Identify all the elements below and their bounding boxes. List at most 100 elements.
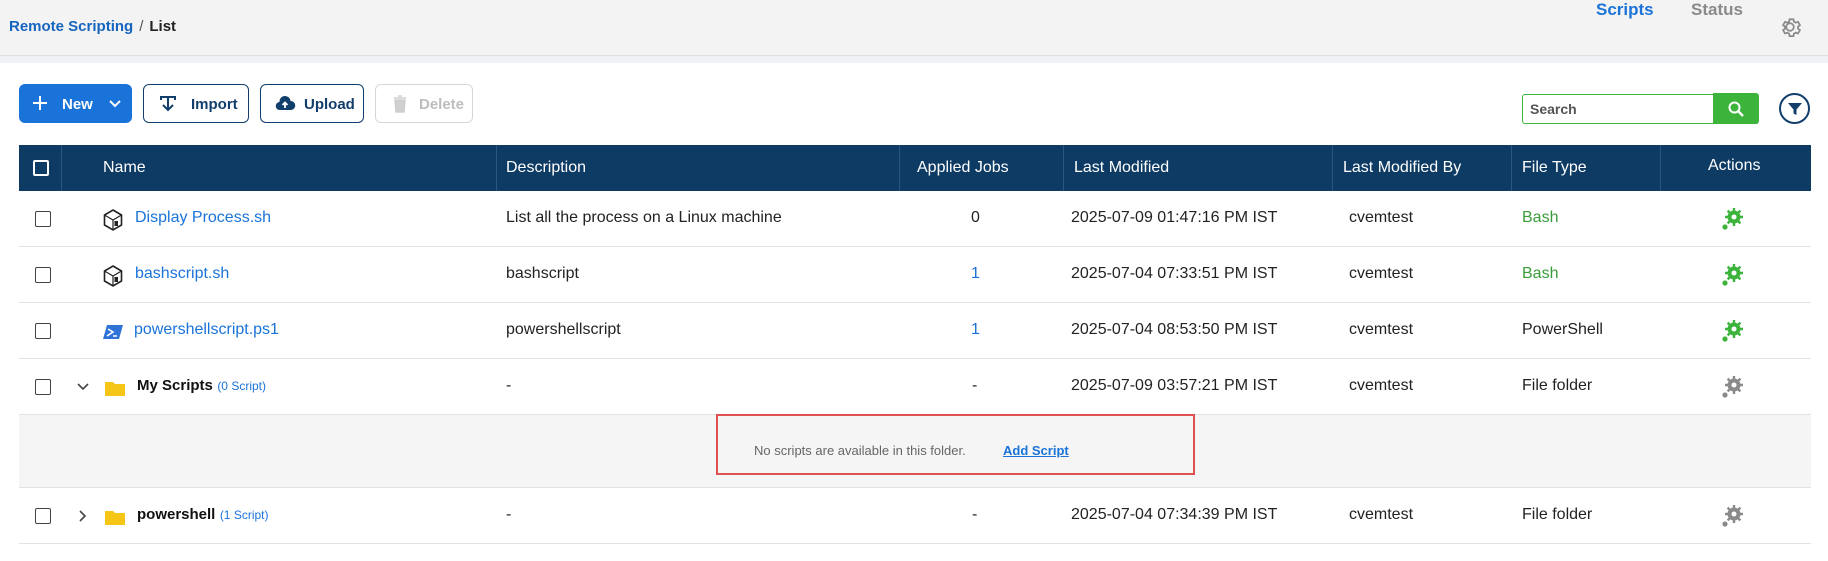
description-cell: - xyxy=(506,377,512,394)
description-cell: List all the process on a Linux machine xyxy=(506,209,782,226)
file-type-cell: PowerShell xyxy=(1522,321,1603,338)
tab-scripts[interactable]: Scripts xyxy=(1596,0,1654,20)
content-band xyxy=(0,56,1828,63)
row-checkbox[interactable] xyxy=(35,323,51,339)
search-box xyxy=(1522,94,1725,124)
table-header: Name Description Applied Jobs Last Modif… xyxy=(19,145,1811,191)
applied-jobs-link[interactable]: 1 xyxy=(971,321,980,339)
description-cell: - xyxy=(506,506,512,523)
table-row-folder: My Scripts (0 Script) - - 2025-07-09 03:… xyxy=(19,359,1811,415)
last-modified-by-cell: cvemtest xyxy=(1349,321,1414,338)
import-button-label: Import xyxy=(191,96,238,113)
header-applied-jobs[interactable]: Applied Jobs xyxy=(917,159,1009,177)
applied-jobs-cell: - xyxy=(972,506,978,523)
column-divider xyxy=(1332,145,1333,191)
actions-gear-icon[interactable] xyxy=(1719,318,1745,344)
search-button[interactable] xyxy=(1713,93,1759,124)
chevron-down-icon[interactable] xyxy=(106,94,124,112)
last-modified-cell: 2025-07-09 03:57:21 PM IST xyxy=(1071,377,1278,394)
settings-gear-icon[interactable] xyxy=(1777,14,1803,40)
folder-name: powershell xyxy=(137,506,216,523)
chevron-down-icon[interactable] xyxy=(76,380,90,394)
row-checkbox[interactable] xyxy=(35,379,51,395)
header-name[interactable]: Name xyxy=(103,159,146,177)
row-checkbox[interactable] xyxy=(35,508,51,524)
column-divider xyxy=(1063,145,1064,191)
folder-label[interactable]: My Scripts (0 Script) xyxy=(137,377,266,395)
column-divider xyxy=(899,145,900,191)
last-modified-cell: 2025-07-09 01:47:16 PM IST xyxy=(1071,209,1278,226)
folder-icon xyxy=(105,511,125,525)
folder-icon xyxy=(105,382,125,396)
last-modified-by-cell: cvemtest xyxy=(1349,265,1414,282)
folder-label[interactable]: powershell (1 Script) xyxy=(137,506,269,524)
column-divider xyxy=(496,145,497,191)
script-name-link[interactable]: Display Process.sh xyxy=(135,209,271,227)
import-icon xyxy=(160,96,176,112)
empty-folder-message: No scripts are available in this folder. xyxy=(754,443,966,458)
applied-jobs-link[interactable]: 1 xyxy=(971,265,980,283)
last-modified-by-cell: cvemtest xyxy=(1349,209,1414,226)
plus-icon xyxy=(33,96,47,110)
bash-script-icon xyxy=(103,209,123,231)
new-button-label: New xyxy=(62,96,93,113)
last-modified-by-cell: cvemtest xyxy=(1349,377,1414,394)
upload-button-label: Upload xyxy=(304,96,355,113)
search-icon xyxy=(1728,101,1744,117)
applied-jobs-cell: - xyxy=(972,377,978,394)
actions-gear-icon[interactable] xyxy=(1719,206,1745,232)
select-all-checkbox[interactable] xyxy=(33,160,49,176)
add-script-link[interactable]: Add Script xyxy=(1003,443,1069,458)
row-checkbox[interactable] xyxy=(35,211,51,227)
powershell-script-icon xyxy=(103,325,123,339)
folder-script-count: (1 Script) xyxy=(219,508,269,522)
file-type-cell: Bash xyxy=(1522,209,1559,226)
header-actions: Actions xyxy=(1708,157,1761,174)
filter-icon xyxy=(1788,103,1802,115)
last-modified-by-cell: cvemtest xyxy=(1349,506,1414,523)
header-description[interactable]: Description xyxy=(506,159,586,177)
breadcrumb: Remote Scripting / List xyxy=(9,18,176,35)
column-divider xyxy=(1660,145,1661,191)
breadcrumb-separator: / xyxy=(139,18,144,35)
header-last-modified-by[interactable]: Last Modified By xyxy=(1343,159,1461,177)
header-file-type[interactable]: File Type xyxy=(1522,159,1587,177)
breadcrumb-current: List xyxy=(149,18,177,35)
table-row: powershellscript.ps1 powershellscript 1 … xyxy=(19,303,1811,359)
column-divider xyxy=(61,145,62,191)
script-name-link[interactable]: powershellscript.ps1 xyxy=(134,321,279,339)
folder-script-count: (0 Script) xyxy=(217,379,266,393)
file-type-cell: File folder xyxy=(1522,377,1593,394)
delete-button[interactable]: Delete xyxy=(375,84,473,123)
column-divider xyxy=(1511,145,1512,191)
last-modified-cell: 2025-07-04 08:53:50 PM IST xyxy=(1071,321,1278,338)
actions-gear-icon[interactable] xyxy=(1719,503,1745,529)
cloud-upload-icon xyxy=(275,95,296,111)
file-type-cell: Bash xyxy=(1522,265,1559,282)
last-modified-cell: 2025-07-04 07:33:51 PM IST xyxy=(1071,265,1278,282)
actions-gear-icon[interactable] xyxy=(1719,374,1745,400)
folder-name: My Scripts xyxy=(137,377,213,394)
filter-button[interactable] xyxy=(1779,93,1810,124)
table-row: Display Process.sh List all the process … xyxy=(19,191,1811,247)
file-type-cell: File folder xyxy=(1522,506,1593,523)
row-checkbox[interactable] xyxy=(35,267,51,283)
bash-script-icon xyxy=(103,265,123,287)
import-button[interactable]: Import xyxy=(143,84,249,123)
breadcrumb-remote-scripting[interactable]: Remote Scripting xyxy=(9,18,133,35)
description-cell: bashscript xyxy=(506,265,579,282)
script-name-link[interactable]: bashscript.sh xyxy=(135,265,229,283)
actions-gear-icon[interactable] xyxy=(1719,262,1745,288)
upload-button[interactable]: Upload xyxy=(260,84,364,123)
description-cell: powershellscript xyxy=(506,321,621,338)
table-row: bashscript.sh bashscript 1 2025-07-04 07… xyxy=(19,247,1811,303)
chevron-right-icon[interactable] xyxy=(76,509,90,523)
tab-status[interactable]: Status xyxy=(1691,0,1743,20)
delete-button-label: Delete xyxy=(419,96,465,113)
applied-jobs-cell: 0 xyxy=(971,209,980,226)
trash-icon xyxy=(394,95,406,113)
last-modified-cell: 2025-07-04 07:34:39 PM IST xyxy=(1071,506,1278,523)
header-last-modified[interactable]: Last Modified xyxy=(1074,159,1169,177)
search-input[interactable] xyxy=(1523,95,1713,123)
new-button[interactable]: New xyxy=(19,84,132,123)
